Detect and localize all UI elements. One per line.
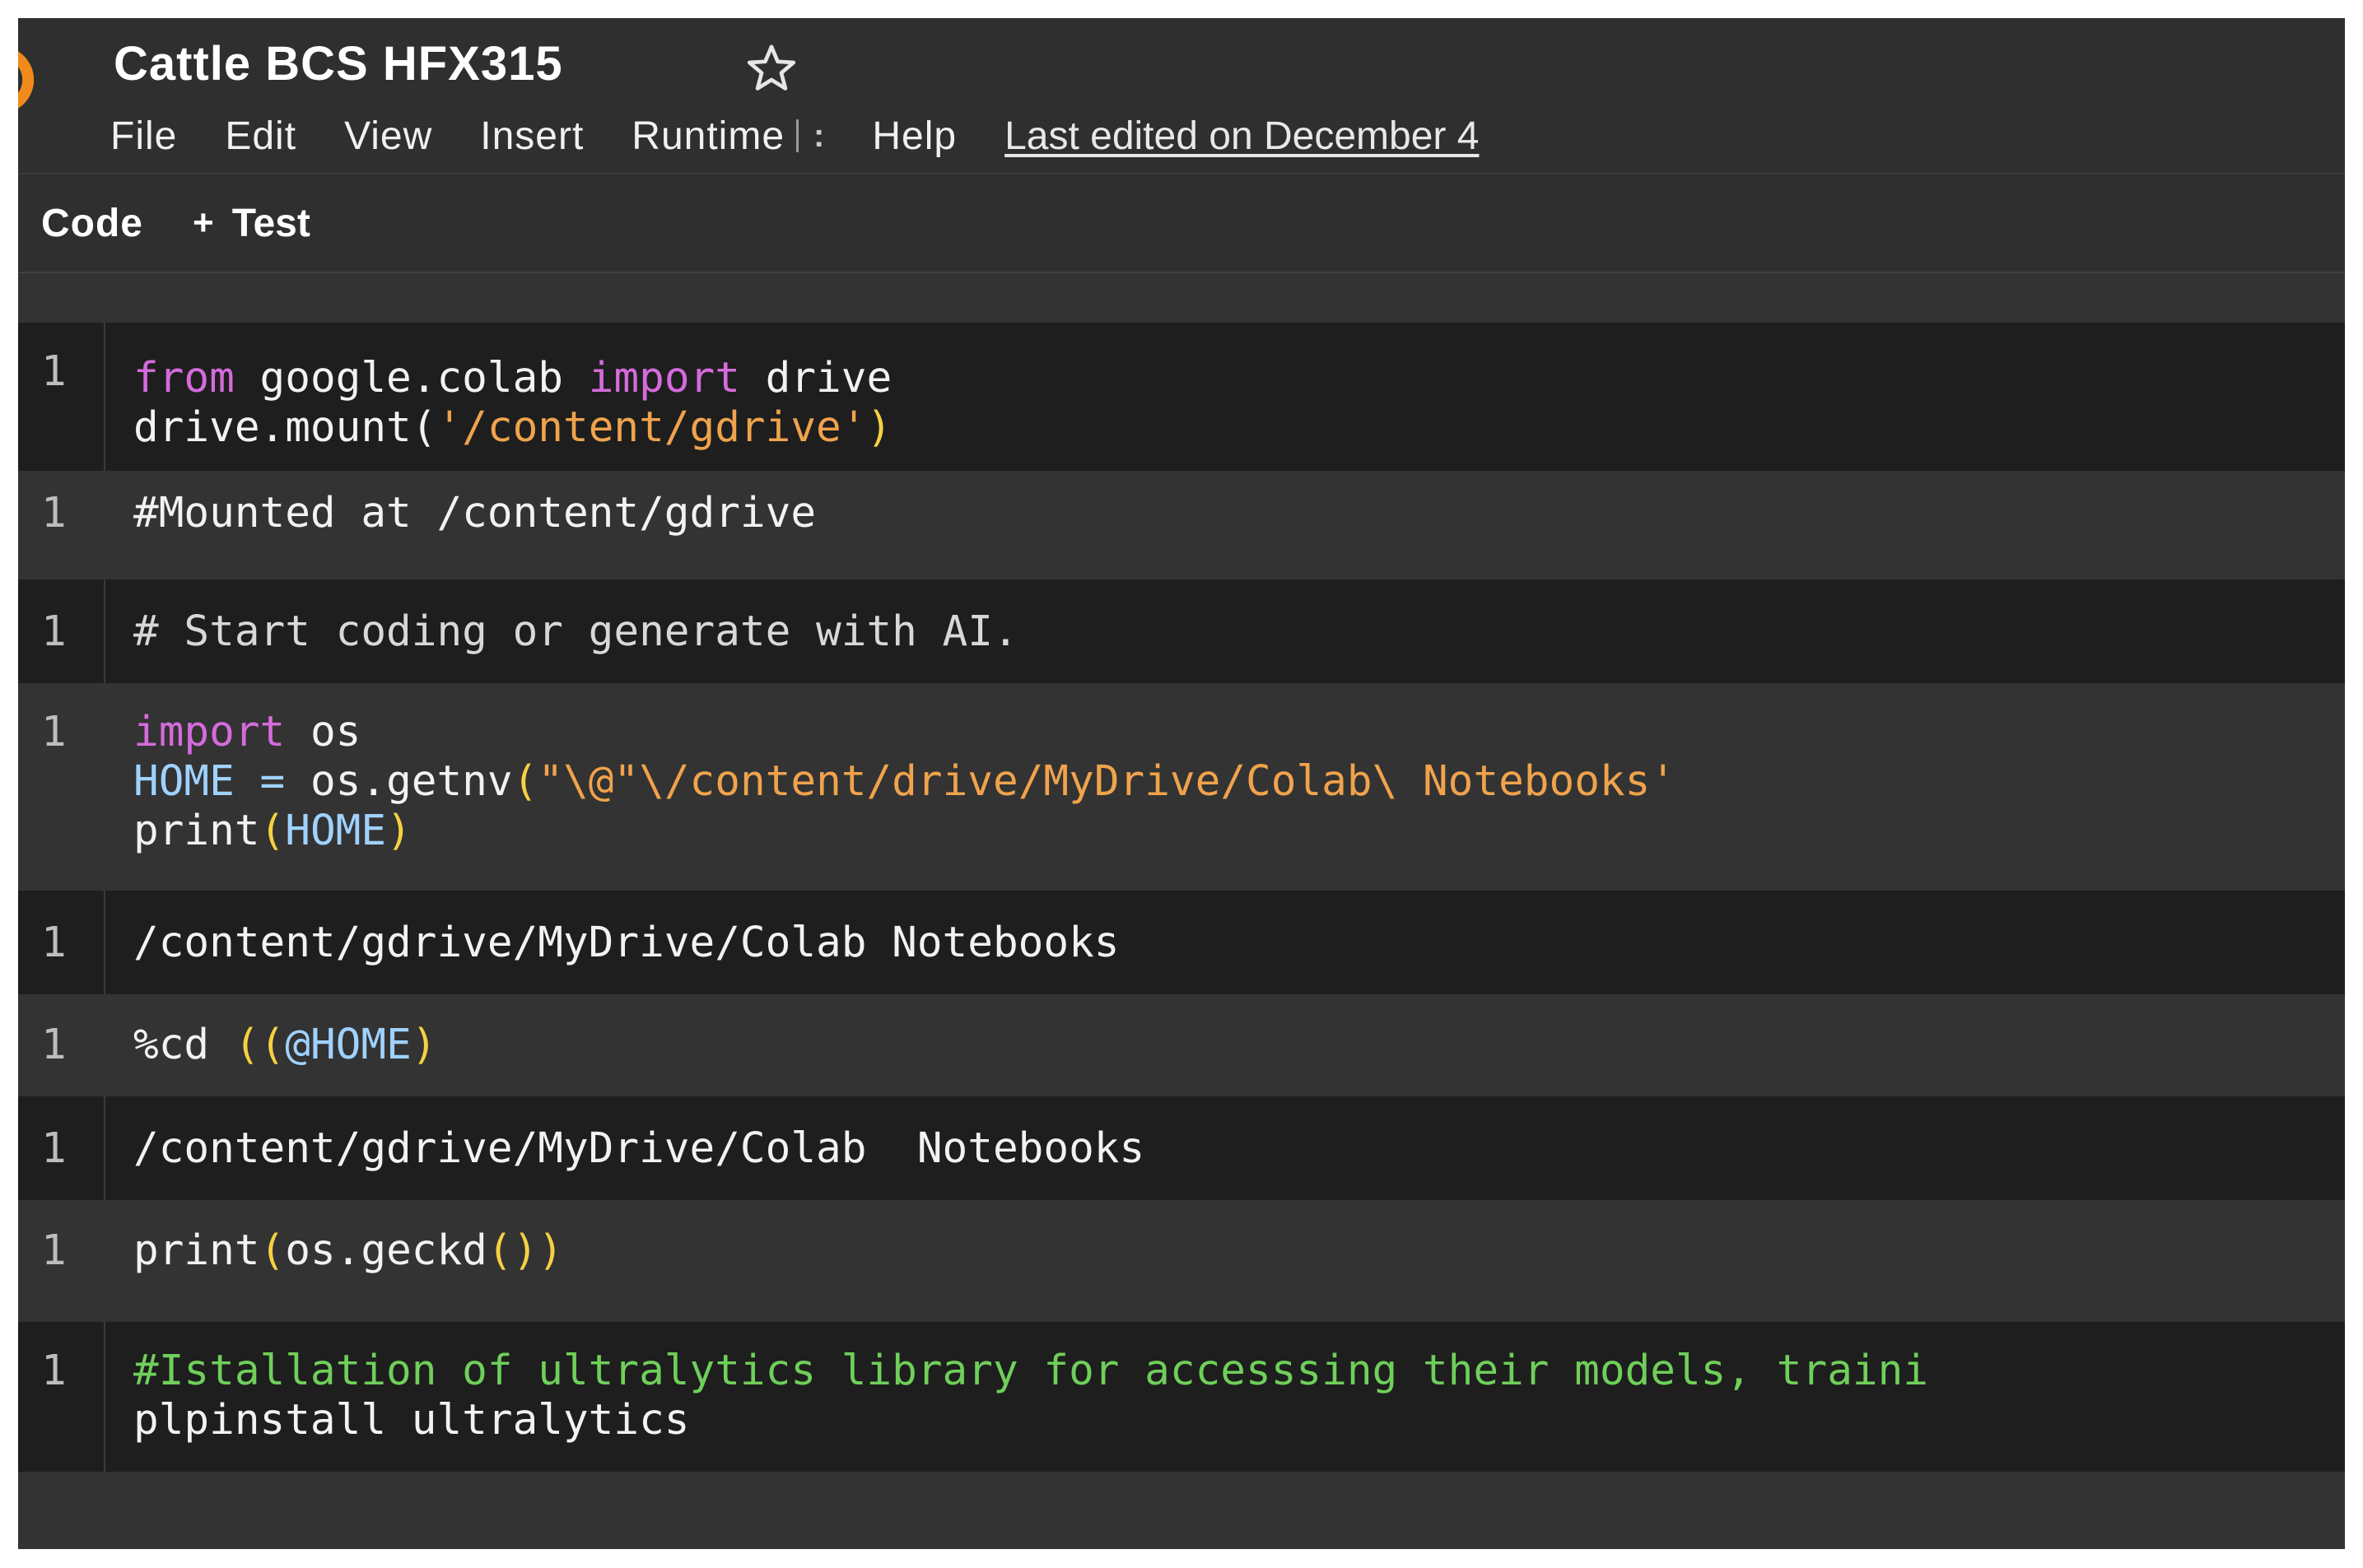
code-token: os.getnv — [310, 757, 513, 806]
code-token: plpinstall ultralytics — [133, 1396, 690, 1445]
code-token: import — [133, 708, 286, 756]
code-token: drive.mount( — [133, 403, 437, 452]
code-cell[interactable]: 1 from google.colab import drive drive.m… — [18, 323, 2345, 471]
line-number: 1 — [41, 607, 67, 656]
line-number-gutter: 1 — [18, 579, 105, 683]
code-token: google.colab — [234, 354, 589, 402]
line-number: 1 — [41, 1347, 67, 1395]
code-token: from — [133, 354, 235, 402]
line-number-gutter: 1 — [18, 471, 104, 579]
notebook-window: Cattle BCS HFX315 File Edit View Insert … — [18, 18, 2345, 1549]
code-token: '/content/gdrive' — [436, 403, 867, 452]
code-token: %cd — [133, 1021, 235, 1069]
line-number: 1 — [41, 1124, 67, 1173]
line-number-gutter: 1 — [18, 1322, 105, 1472]
line-number-gutter: 1 — [18, 683, 104, 891]
menu-runtime[interactable]: Runtime — [632, 114, 785, 159]
code-token: import — [588, 354, 740, 402]
line-number-gutter: 1 — [18, 891, 105, 994]
line-number: 1 — [41, 919, 67, 967]
code-source[interactable]: #Istallation of ultralytics library for … — [133, 1347, 1928, 1445]
code-source[interactable]: import os HOME = os.getnv("\@"\/content/… — [133, 708, 1676, 856]
code-token: () — [487, 1226, 538, 1275]
output-cell: 1 #Mounted at /content/gdrive — [18, 471, 2345, 579]
line-number: 1 — [41, 1021, 67, 1069]
code-source[interactable]: %cd ((@HOME) — [133, 1021, 437, 1070]
code-token: ( — [259, 807, 286, 855]
code-cell[interactable]: 1 print(os.geckd()) — [18, 1200, 2345, 1310]
code-token: HOME — [285, 807, 387, 855]
menu-file[interactable]: File — [110, 114, 177, 159]
code-token: ) — [411, 1021, 437, 1069]
code-comment[interactable]: # Start coding or generate with AI. — [133, 607, 1018, 657]
code-token: drive — [739, 354, 893, 402]
code-comment: #Istallation of ultralytics library for … — [133, 1347, 1929, 1395]
code-cell[interactable]: 1 # Start coding or generate with AI. — [18, 579, 2345, 683]
code-source[interactable]: print(os.geckd()) — [133, 1226, 563, 1276]
code-cell[interactable]: 1 #Istallation of ultralytics library fo… — [18, 1322, 2345, 1472]
code-token: HOME — [133, 757, 235, 806]
code-token: @HOME — [285, 1021, 412, 1069]
notebook-header: Cattle BCS HFX315 File Edit View Insert … — [18, 18, 2345, 174]
code-token: ( — [259, 1021, 286, 1069]
code-token: "\@"\/content/drive/MyDrive/Colab\ Noteb… — [538, 757, 1676, 806]
line-number: 1 — [41, 708, 67, 756]
line-number-gutter: 1 — [18, 323, 105, 471]
line-number-gutter: 1 — [18, 994, 104, 1096]
code-token: ( — [234, 1021, 260, 1069]
menu-view[interactable]: View — [344, 114, 432, 159]
output-text: /content/gdrive/MyDrive/Colab Notebooks — [133, 919, 1120, 967]
code-token: ( — [259, 1226, 286, 1275]
colab-logo-icon[interactable] — [18, 43, 59, 117]
code-cell[interactable]: 1 import os HOME = os.getnv("\@"\/conten… — [18, 683, 2345, 891]
line-number-gutter: 1 — [18, 1096, 105, 1200]
output-cell: 1 /content/gdrive/MyDrive/Colab Notebook… — [18, 1096, 2345, 1200]
code-token: print — [133, 807, 260, 855]
code-token: ) — [386, 807, 412, 855]
menu-separator — [796, 119, 799, 152]
menu-bar: File Edit View Insert Runtime : Help Las… — [110, 107, 1479, 165]
plus-icon[interactable]: + — [193, 202, 214, 244]
output-cell: 1 /content/gdrive/MyDrive/Colab Notebook… — [18, 891, 2345, 994]
star-icon[interactable] — [743, 40, 800, 97]
code-token: ) — [538, 1226, 564, 1275]
cell-toolbar: Code + Test — [18, 174, 2345, 273]
code-cell[interactable]: 1 %cd ((@HOME) — [18, 994, 2345, 1096]
notebook-title[interactable]: Cattle BCS HFX315 — [114, 36, 563, 91]
code-token: ) — [866, 403, 893, 452]
output-text: #Mounted at /content/gdrive — [133, 489, 817, 537]
last-edited-link[interactable]: Last edited on December 4 — [1004, 114, 1479, 159]
line-number: 1 — [41, 1226, 67, 1275]
line-number: 1 — [41, 489, 67, 537]
more-options-icon[interactable]: : — [813, 118, 824, 155]
code-token: ( — [512, 757, 538, 806]
line-number-gutter: 1 — [18, 1200, 104, 1310]
code-token: = — [234, 757, 310, 806]
add-code-button[interactable]: Code — [41, 201, 143, 246]
code-source[interactable]: from google.colab import drive drive.mou… — [133, 354, 892, 453]
menu-edit[interactable]: Edit — [225, 114, 296, 159]
line-number: 1 — [41, 347, 67, 396]
code-token: print — [133, 1226, 260, 1275]
menu-insert[interactable]: Insert — [480, 114, 584, 159]
add-text-button[interactable]: Test — [232, 201, 310, 246]
code-token: os — [285, 708, 361, 756]
output-text: /content/gdrive/MyDrive/Colab Notebooks — [133, 1124, 1145, 1173]
code-token: os.geckd — [285, 1226, 487, 1275]
menu-help[interactable]: Help — [872, 114, 957, 159]
